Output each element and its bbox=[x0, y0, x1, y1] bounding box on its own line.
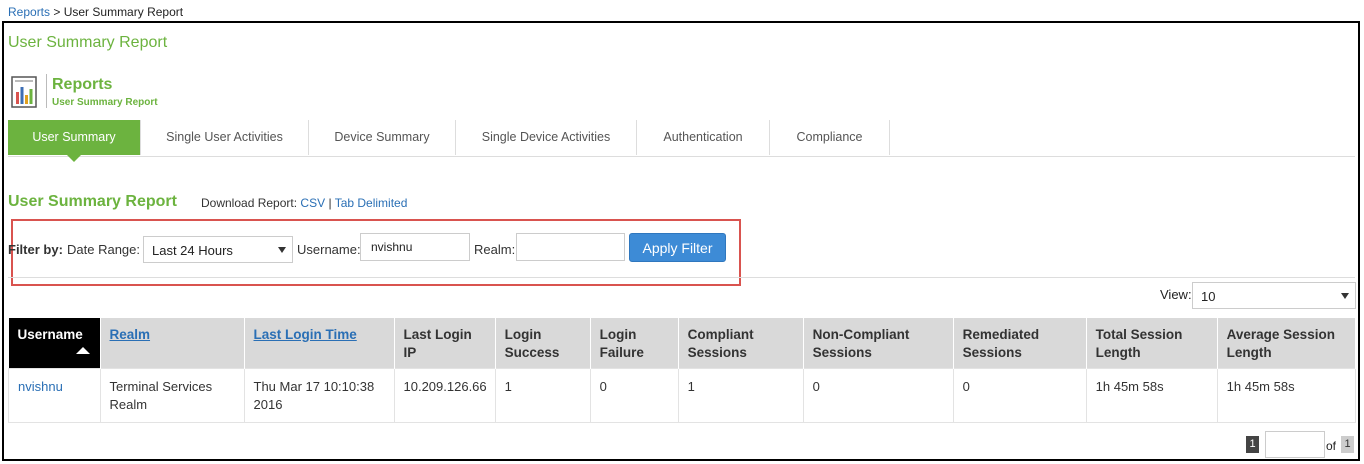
pager-current-page: 1 bbox=[1246, 436, 1259, 453]
header-title: Reports bbox=[52, 76, 113, 93]
tab-compliance[interactable]: Compliance bbox=[770, 120, 890, 155]
date-range-value: Last 24 Hours bbox=[152, 243, 233, 258]
cell-compliant-sessions: 1 bbox=[677, 368, 804, 423]
view-count-select[interactable]: 10 bbox=[1192, 282, 1356, 309]
username-label: Username: bbox=[297, 242, 361, 257]
tab-single-user-activities[interactable]: Single User Activities bbox=[141, 120, 309, 155]
report-tabs: User Summary Single User Activities Devi… bbox=[8, 120, 1355, 162]
sort-up-icon bbox=[75, 347, 90, 354]
cell-non-compliant-sessions: 0 bbox=[802, 368, 954, 423]
cell-average-session-length: 1h 45m 58s bbox=[1216, 368, 1357, 423]
cell-username: nvishnu bbox=[8, 368, 101, 423]
col-compliant-sessions: Compliant Sessions bbox=[678, 318, 804, 369]
divider bbox=[8, 277, 1355, 278]
breadcrumb-current: User Summary Report bbox=[63, 5, 184, 19]
col-last-login-time[interactable]: Last Login Time bbox=[244, 318, 395, 369]
col-login-failure: Login Failure bbox=[590, 318, 679, 369]
header-subtitle: User Summary Report bbox=[52, 97, 158, 108]
section-title: User Summary Report bbox=[8, 193, 177, 210]
breadcrumb: Reports > User Summary Report bbox=[8, 5, 183, 19]
cell-last-login-ip: 10.209.126.66 bbox=[393, 368, 496, 423]
download-report: Download Report: CSV | Tab Delimited bbox=[201, 196, 407, 210]
breadcrumb-separator: > bbox=[50, 5, 64, 19]
col-total-session-length: Total Session Length bbox=[1086, 318, 1218, 369]
tab-authentication[interactable]: Authentication bbox=[637, 120, 770, 155]
username-input[interactable] bbox=[360, 233, 470, 261]
tab-single-device-activities[interactable]: Single Device Activities bbox=[456, 120, 637, 155]
realm-label: Realm: bbox=[474, 242, 516, 257]
view-label: View: bbox=[1160, 287, 1192, 302]
apply-filter-button[interactable]: Apply Filter bbox=[629, 233, 726, 262]
download-tab-delimited-link[interactable]: Tab Delimited bbox=[335, 196, 408, 210]
table-row: nvishnu Terminal Services Realm Thu Mar 1… bbox=[8, 368, 1357, 423]
username-link[interactable]: nvishnu bbox=[18, 379, 63, 394]
user-summary-table: Username Realm Last Login Time Last Logi… bbox=[8, 318, 1357, 423]
tab-device-summary[interactable]: Device Summary bbox=[309, 120, 456, 155]
col-average-session-length: Average Session Length bbox=[1217, 318, 1357, 369]
cell-realm: Terminal Services Realm bbox=[99, 368, 245, 423]
table-header-row: Username Realm Last Login Time Last Logi… bbox=[8, 318, 1357, 369]
view-count-value: 10 bbox=[1201, 289, 1216, 304]
col-remediated-sessions: Remediated Sessions bbox=[953, 318, 1087, 369]
date-range-label: Date Range: bbox=[67, 242, 140, 257]
chevron-down-icon bbox=[278, 246, 286, 253]
cell-total-session-length: 1h 45m 58s bbox=[1085, 368, 1218, 423]
col-login-success: Login Success bbox=[495, 318, 591, 369]
pager-page-input[interactable] bbox=[1265, 431, 1325, 458]
download-separator: | bbox=[328, 196, 332, 210]
download-label: Download Report: bbox=[201, 196, 298, 210]
date-range-select[interactable]: Last 24 Hours bbox=[143, 236, 293, 263]
reports-icon bbox=[11, 76, 37, 108]
chevron-down-icon bbox=[1341, 292, 1349, 299]
col-realm[interactable]: Realm bbox=[100, 318, 245, 369]
col-username[interactable]: Username bbox=[8, 318, 101, 369]
tab-user-summary[interactable]: User Summary bbox=[8, 120, 141, 162]
realm-input[interactable] bbox=[516, 233, 625, 261]
col-last-login-ip: Last Login IP bbox=[394, 318, 496, 369]
cell-last-login-time: Thu Mar 17 10:10:38 2016 bbox=[243, 368, 395, 423]
col-non-compliant-sessions: Non-Compliant Sessions bbox=[803, 318, 954, 369]
cell-login-failure: 0 bbox=[589, 368, 679, 423]
breadcrumb-reports-link[interactable]: Reports bbox=[8, 5, 50, 19]
page-title: User Summary Report bbox=[8, 34, 168, 51]
filter-by-label: Filter by: bbox=[8, 242, 63, 257]
cell-login-success: 1 bbox=[494, 368, 591, 423]
pager-of-label: of bbox=[1326, 439, 1337, 453]
header-divider bbox=[46, 74, 47, 108]
download-csv-link[interactable]: CSV bbox=[300, 196, 325, 210]
cell-remediated-sessions: 0 bbox=[952, 368, 1087, 423]
pager-total-pages: 1 bbox=[1341, 436, 1354, 453]
